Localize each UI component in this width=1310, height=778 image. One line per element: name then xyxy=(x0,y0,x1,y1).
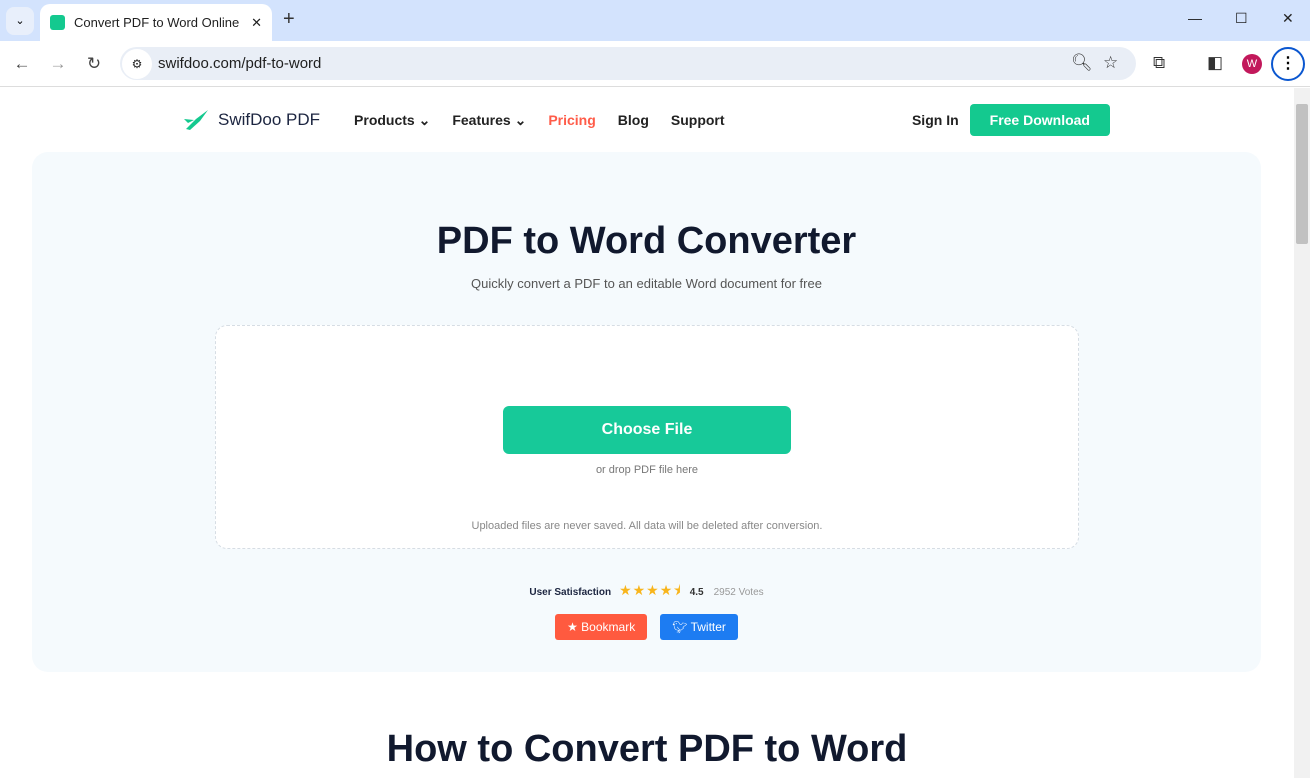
close-window-button[interactable]: ✕ xyxy=(1282,10,1294,27)
sign-in-link[interactable]: Sign In xyxy=(912,112,959,128)
rating: User Satisfaction ★★★★⯨ 4.5 2952 Votes xyxy=(32,580,1261,604)
rating-label: User Satisfaction xyxy=(529,586,612,598)
favicon-icon xyxy=(50,15,65,30)
address-bar[interactable]: ⚙ swifdoo.com/pdf-to-word xyxy=(120,47,1136,80)
twitter-icon: 🐦︎ xyxy=(672,620,691,634)
nav-blog[interactable]: Blog xyxy=(618,112,649,128)
close-tab-icon[interactable]: ✕ xyxy=(251,15,262,31)
free-download-button[interactable]: Free Download xyxy=(969,104,1110,136)
scrollbar[interactable] xyxy=(1294,88,1310,778)
forward-button[interactable]: → xyxy=(40,54,76,74)
page-subtitle: Quickly convert a PDF to an editable Wor… xyxy=(471,276,822,291)
star-rating-icon[interactable]: ★★★★⯨ xyxy=(619,580,682,604)
nav-support[interactable]: Support xyxy=(671,112,725,128)
privacy-note: Uploaded files are never saved. All data… xyxy=(471,520,823,532)
section-title: How to Convert PDF to Word xyxy=(386,728,908,770)
choose-file-button[interactable]: Choose File xyxy=(503,406,791,454)
rating-score: 4.5 xyxy=(689,586,704,598)
logo[interactable]: SwifDoo PDF xyxy=(184,109,320,131)
hero-section: PDF to Word Converter Quickly convert a … xyxy=(32,152,1261,672)
url-text: swifdoo.com/pdf-to-word xyxy=(158,55,322,72)
nav-products[interactable]: Products ⌄ xyxy=(354,112,430,129)
page-title: PDF to Word Converter xyxy=(436,220,857,262)
reload-button[interactable]: ↻ xyxy=(76,54,112,74)
page: SwifDoo PDF Products ⌄ Features ⌄ Pricin… xyxy=(0,88,1294,778)
back-button[interactable]: ← xyxy=(4,54,40,74)
star-icon: ★ xyxy=(567,620,582,634)
zoom-icon[interactable]: 🔍︎ xyxy=(1071,53,1093,73)
menu-button[interactable]: ⋮ xyxy=(1271,47,1305,81)
tab-bar: ⌄ Convert PDF to Word Online ✕ + — ☐ ✕ xyxy=(0,0,1310,41)
nav-pricing[interactable]: Pricing xyxy=(548,112,595,128)
site-settings-icon[interactable]: ⚙ xyxy=(122,48,152,79)
bookmark-star-icon[interactable]: ☆ xyxy=(1103,53,1118,73)
avatar[interactable]: W xyxy=(1242,54,1262,74)
drop-hint: or drop PDF file here xyxy=(595,464,699,476)
extensions-icon[interactable]: ⧉ xyxy=(1153,53,1165,73)
maximize-button[interactable]: ☐ xyxy=(1235,10,1248,27)
logo-bird-icon xyxy=(184,110,208,130)
tab-title: Convert PDF to Word Online xyxy=(74,15,240,30)
twitter-button[interactable]: 🐦︎ Twitter xyxy=(660,614,738,640)
side-panel-icon[interactable]: ◧ xyxy=(1207,53,1223,73)
share-buttons: ★ Bookmark 🐦︎ Twitter xyxy=(32,614,1261,640)
logo-text: SwifDoo PDF xyxy=(218,110,321,129)
tab-search-button[interactable]: ⌄ xyxy=(6,7,34,35)
rating-votes: 2952 Votes xyxy=(713,586,764,598)
browser-tab[interactable]: Convert PDF to Word Online ✕ xyxy=(40,4,272,41)
bookmark-button[interactable]: ★ Bookmark xyxy=(555,614,648,640)
nav-features[interactable]: Features ⌄ xyxy=(452,112,526,129)
new-tab-button[interactable]: + xyxy=(283,8,295,31)
minimize-button[interactable]: — xyxy=(1188,10,1202,26)
bookmark-label: Bookmark xyxy=(581,620,636,634)
file-drop-zone[interactable]: Choose File or drop PDF file here Upload… xyxy=(215,325,1079,549)
site-nav: SwifDoo PDF Products ⌄ Features ⌄ Pricin… xyxy=(184,104,1110,136)
scrollbar-thumb[interactable] xyxy=(1296,104,1308,244)
twitter-label: Twitter xyxy=(690,620,726,634)
